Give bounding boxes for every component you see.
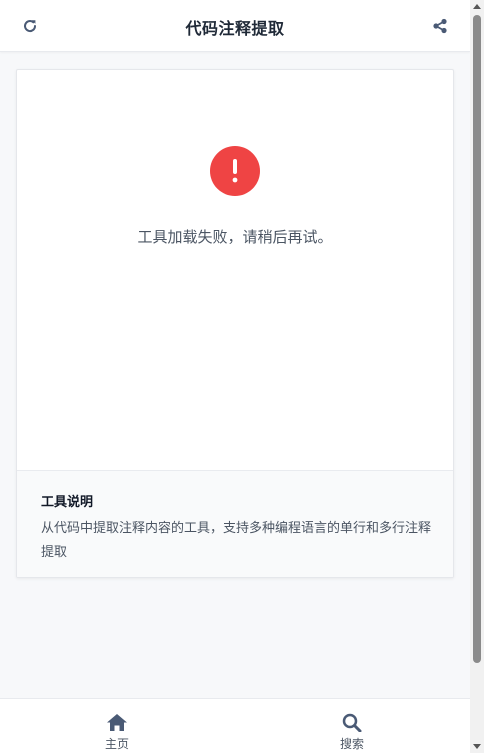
bottom-nav: 主页 搜索 [0,698,470,753]
exclamation-mark-icon [232,159,238,183]
home-icon [107,714,127,731]
nav-search-label: 搜索 [339,737,364,751]
nav-home[interactable]: 主页 [87,713,147,752]
scroll-up-arrow-icon[interactable] [473,4,481,9]
tool-card: 工具加载失败，请稍后再试。 工具说明 从代码中提取注释内容的工具，支持多种编程语… [16,69,454,578]
page-title: 代码注释提取 [185,19,285,38]
search-icon [342,713,362,732]
tool-description: 工具说明 从代码中提取注释内容的工具，支持多种编程语言的单行和多行注释提取 [17,470,453,577]
share-button[interactable] [426,12,454,40]
nav-search[interactable]: 搜索 [322,713,382,752]
app-window: 代码注释提取 工具加载失败，请稍后再试。 工具说明 从代码中提取注释内容的工具，… [0,0,484,753]
vertical-scrollbar[interactable] [470,0,484,753]
description-text: 从代码中提取注释内容的工具，支持多种编程语言的单行和多行注释提取 [41,521,432,560]
scroll-down-arrow-icon[interactable] [473,744,481,749]
error-state: 工具加载失败，请稍后再试。 [17,70,453,470]
top-bar: 代码注释提取 [0,0,470,52]
description-title: 工具说明 [41,495,94,510]
exclamation-circle-icon [210,146,260,196]
scroll-thumb[interactable] [473,15,481,663]
share-icon [433,18,447,34]
error-message: 工具加载失败，请稍后再试。 [137,228,333,246]
nav-home-label: 主页 [104,737,129,751]
